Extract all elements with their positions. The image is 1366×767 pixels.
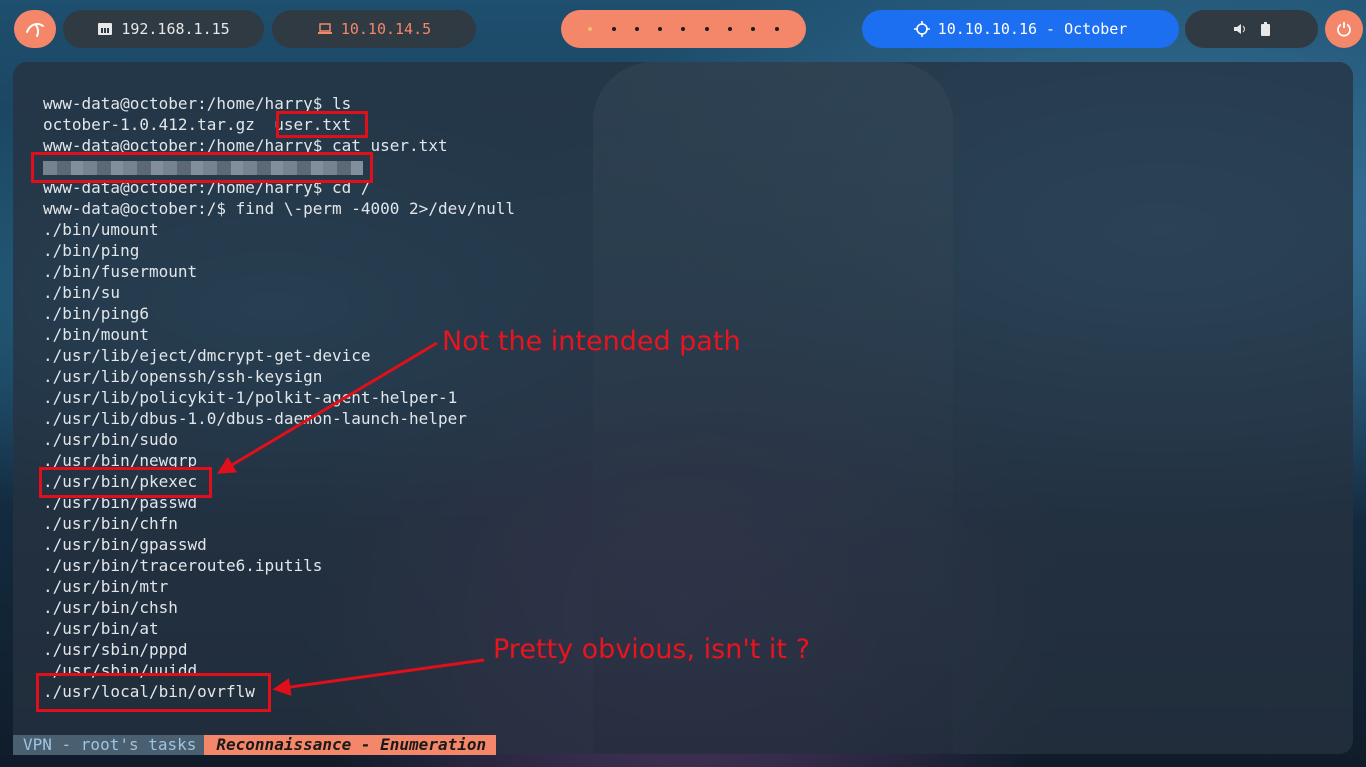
annotation-not-intended: Not the intended path <box>442 326 741 357</box>
session-label[interactable]: VPN - root's tasks <box>13 735 205 755</box>
window-label[interactable]: Reconnaissance - Enumeration <box>204 735 497 755</box>
arrow-to-ovrflw <box>272 658 485 696</box>
tmux-status-bar: VPN - root's tasks Reconnaissance - Enum… <box>13 735 497 755</box>
arrow-to-pkexec <box>216 341 438 474</box>
annotation-pretty-obvious: Pretty obvious, isn't it ? <box>493 634 810 665</box>
